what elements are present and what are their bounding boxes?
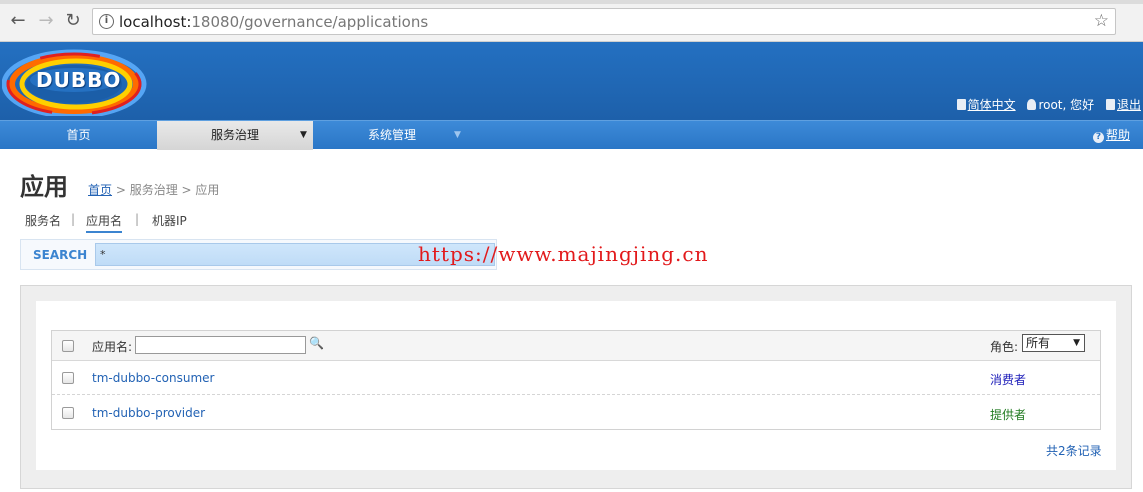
bookmark-star-icon[interactable]: ☆ xyxy=(1094,11,1109,31)
menu-system-admin[interactable]: 系统管理 ▼ xyxy=(313,121,471,150)
logo-text: DUBBO xyxy=(36,68,122,92)
tab-separator: | xyxy=(135,212,140,226)
app-name-filter-label: 应用名: xyxy=(92,340,133,354)
record-count: 共2条记录 xyxy=(1046,444,1102,458)
logout-icon xyxy=(1105,99,1115,110)
app-header: DUBBO 简体中文 root, 您好 退出 xyxy=(0,42,1143,120)
breadcrumb: 首页 > 服务治理 > 应用 xyxy=(88,181,219,198)
browser-toolbar: ← → ↻ i localhost:18080/governance/appli… xyxy=(0,0,1143,42)
applications-table: 应用名: 🔍 角色: 所有 ▼ tm-dubbo-consumer 消费者 tm-… xyxy=(51,330,1101,430)
table-row: tm-dubbo-provider 提供者 xyxy=(52,396,1100,430)
select-all-checkbox[interactable] xyxy=(62,340,74,352)
watermark-text: https://www.majingjing.cn xyxy=(418,242,709,266)
tab-separator: | xyxy=(71,212,76,226)
role-value: 提供者 xyxy=(990,408,1027,422)
chevron-down-icon: ▼ xyxy=(300,130,307,140)
row-checkbox[interactable] xyxy=(62,372,74,384)
app-link[interactable]: tm-dubbo-provider xyxy=(92,406,205,420)
table-row: tm-dubbo-consumer 消费者 xyxy=(52,361,1100,395)
role-value: 消费者 xyxy=(990,373,1027,387)
table-header: 应用名: 🔍 角色: 所有 ▼ xyxy=(52,331,1100,361)
tab-service-name[interactable]: 服务名 xyxy=(25,212,61,229)
search-icon[interactable]: 🔍 xyxy=(309,336,324,350)
dropdown-arrow-icon: ▼ xyxy=(1073,338,1080,348)
language-link[interactable]: 简体中文 xyxy=(956,96,1016,113)
tab-app-name[interactable]: 应用名 xyxy=(86,212,123,233)
breadcrumb-home-link[interactable]: 首页 xyxy=(88,183,112,197)
breadcrumb-path: > 服务治理 > 应用 xyxy=(112,183,220,197)
row-checkbox[interactable] xyxy=(62,407,74,419)
app-name-filter-input[interactable] xyxy=(135,336,306,354)
app-link[interactable]: tm-dubbo-consumer xyxy=(92,371,214,385)
logout-link[interactable]: 退出 xyxy=(1105,96,1141,113)
role-filter-label: 角色: xyxy=(990,340,1019,354)
info-icon[interactable]: i xyxy=(99,14,114,29)
header-links: 简体中文 root, 您好 退出 xyxy=(949,96,1141,113)
address-bar[interactable]: i localhost:18080/governance/application… xyxy=(92,8,1116,35)
tab-machine-ip[interactable]: 机器IP xyxy=(152,212,187,229)
back-icon[interactable]: ← xyxy=(8,11,28,31)
user-greeting: root, 您好 xyxy=(1027,96,1094,113)
menu-home[interactable]: 首页 xyxy=(0,121,157,150)
url-text[interactable]: localhost:18080/governance/applications xyxy=(119,13,428,31)
main-menu: 首页 服务治理 ▼ 系统管理 ▼ ? 帮助 xyxy=(0,120,1143,150)
menu-service-governance[interactable]: 服务治理 ▼ xyxy=(157,121,313,150)
page-title: 应用 xyxy=(20,173,68,201)
search-label: SEARCH xyxy=(33,248,88,262)
forward-icon[interactable]: → xyxy=(36,11,56,31)
chevron-down-icon: ▼ xyxy=(454,130,461,140)
user-icon xyxy=(1027,99,1037,110)
role-select[interactable]: 所有 ▼ xyxy=(1022,334,1085,352)
help-link[interactable]: ? 帮助 xyxy=(1092,121,1130,150)
help-icon: ? xyxy=(1092,132,1104,143)
tab-strip xyxy=(0,0,1143,4)
reload-icon[interactable]: ↻ xyxy=(63,11,83,31)
document-icon xyxy=(956,99,966,110)
